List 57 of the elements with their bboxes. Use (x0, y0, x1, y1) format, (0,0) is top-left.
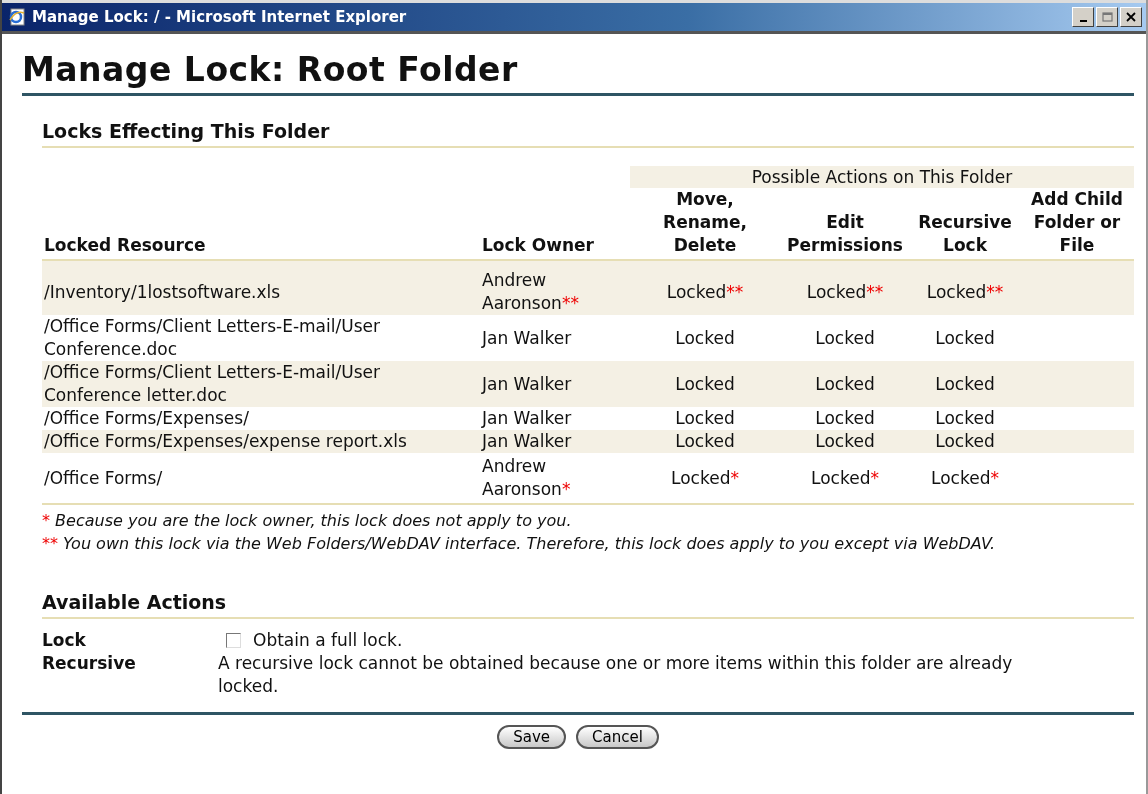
table-cell: /Inventory/1lostsoftware.xls (44, 281, 281, 302)
info-text: A recursive lock cannot be obtained because one or more items within this folder are already locked. (218, 652, 1014, 698)
table-cell-text: Jan Walker (482, 372, 573, 396)
table-cell: /Office Forms/Client Letters-E-mail/User Conference.doc (44, 316, 380, 359)
table-cell: Locked (935, 327, 995, 348)
save-button[interactable]: Save (497, 725, 566, 749)
window-title: Manage Lock: / - Microsoft Internet Explorer (32, 8, 407, 26)
section-heading: Locks Effecting This Folder (42, 120, 1134, 148)
checkbox-label: Obtain a full lock. (253, 629, 403, 652)
table-cell-text: Jan Walker (482, 430, 573, 453)
table-cell: Locked (935, 373, 995, 394)
close-button[interactable] (1120, 7, 1142, 27)
column-header: Add Child Folder or File (1030, 188, 1124, 257)
column-header: Edit Permissions (786, 211, 904, 257)
table-cell-text: Jan Walker (482, 407, 573, 430)
column-header: Recursive Lock (917, 211, 1013, 257)
table-cell: /Office Forms/ (44, 467, 163, 488)
field-label: Lock (42, 629, 87, 652)
table-cell: /Office Forms/Expenses/expense report.xls (44, 431, 407, 451)
table-cell: Locked** (926, 281, 1004, 302)
footnote: * Because you are the lock owner, this lock does not apply to you. (42, 510, 573, 532)
column-header: Lock Owner (482, 234, 594, 257)
minimize-button[interactable] (1072, 7, 1094, 27)
table-cell: Locked (815, 431, 875, 451)
minimize-icon (1079, 20, 1087, 22)
table-cell: Locked (935, 431, 995, 451)
table-cell: Locked (815, 408, 875, 428)
table-cell: Locked (935, 408, 995, 428)
table-cell-text: Andrew Aaronson** (482, 269, 580, 315)
close-icon (1126, 12, 1136, 22)
table-cell: Locked* (671, 467, 739, 488)
table-cell: Locked** (806, 281, 884, 302)
browser-logo-icon (8, 8, 26, 26)
column-header: Move, Rename, Delete (662, 188, 748, 257)
section-heading: Available Actions (42, 591, 1134, 619)
field-label: Recursive (42, 652, 137, 675)
cancel-button[interactable]: Cancel (576, 725, 659, 749)
table-cell: Locked (815, 373, 875, 394)
table-cell-text: Andrew Aaronson* (482, 455, 572, 501)
page-title: Manage Lock: Root Folder (22, 44, 1134, 96)
table-cell: /Office Forms/Expenses/ (44, 408, 249, 428)
table-cell-text: Jan Walker (482, 326, 573, 350)
table-cell: Locked (675, 327, 735, 348)
table-cell: Locked (675, 373, 735, 394)
table-cell: Locked (675, 431, 735, 451)
table-cell: Locked* (931, 467, 999, 488)
table-cell: Locked (675, 408, 735, 428)
maximize-icon (1101, 12, 1113, 22)
table-cell: Locked (815, 327, 875, 348)
table-cell: Locked* (811, 467, 879, 488)
checkbox[interactable] (226, 633, 241, 648)
footnote: ** You own this lock via the Web Folders/WebDAV interface. Therefore, this lock does apply to you except via WebDAV. (42, 533, 997, 555)
maximize-button[interactable] (1096, 7, 1118, 27)
table-cell: /Office Forms/Client Letters-E-mail/User Conference letter.doc (44, 362, 380, 405)
group-header: Possible Actions on This Folder (630, 166, 1134, 188)
column-header: Locked Resource (44, 234, 206, 257)
table-cell: Locked** (666, 281, 744, 302)
